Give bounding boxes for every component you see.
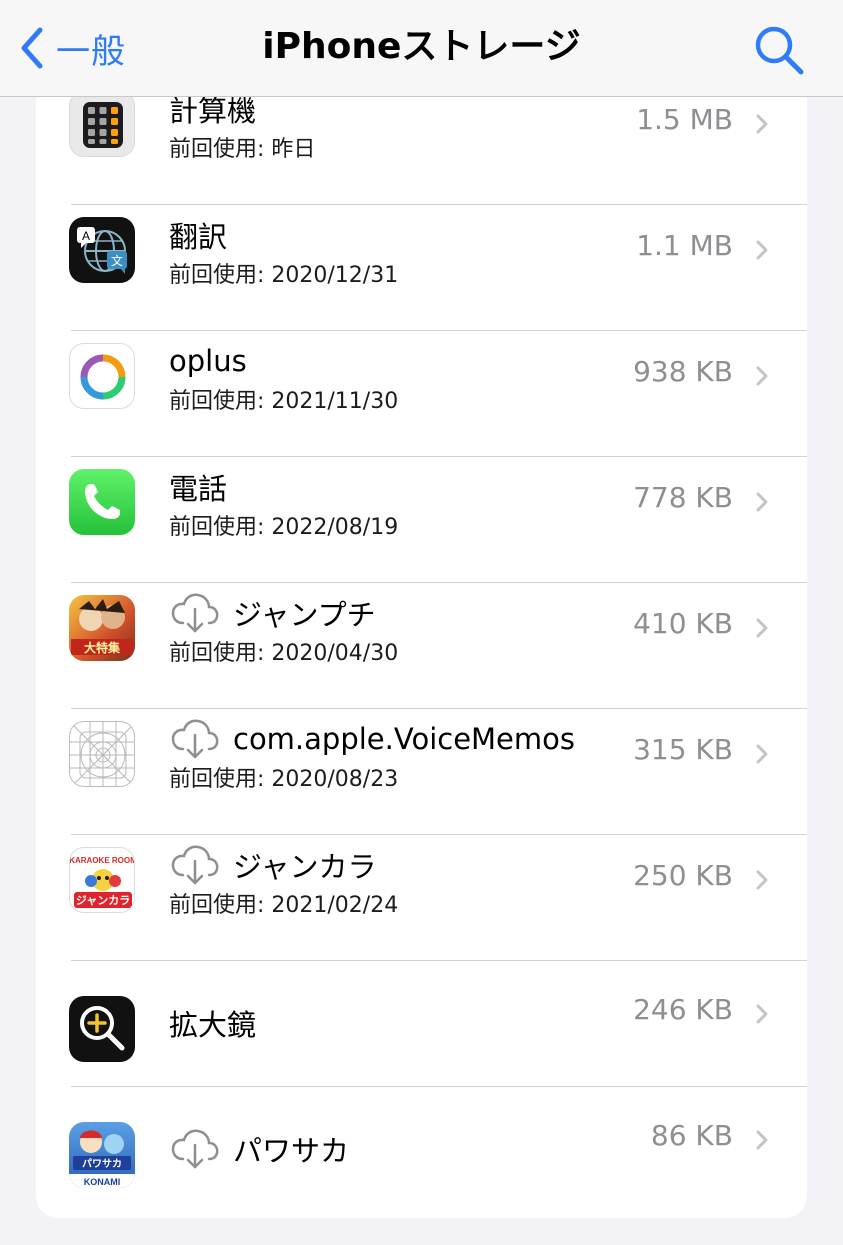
placeholder-app-icon [69,721,135,787]
app-name-line: ジャンカラ [169,843,377,887]
app-size: 315 KB [633,733,733,766]
app-size: 246 KB [633,993,733,1026]
chevron-right-icon [756,114,768,134]
list-item[interactable]: KARAOKE ROOM ジャンカラ ジャンカラ 前回使用: 2021/02/2… [36,835,807,961]
app-name-line: 電話 [169,465,227,509]
list-item[interactable]: 大特集 ジャンプチ 前回使用: 2020/04/30 410 KB [36,583,807,709]
list-item[interactable]: com.apple.VoiceMemos 前回使用: 2020/08/23 31… [36,709,807,835]
app-size: 1.5 MB [636,103,733,136]
app-size: 778 KB [633,481,733,514]
translate-icon: A 文 [69,217,135,283]
app-storage-list: 計算機 前回使用: 昨日 1.5 MB A 文 翻訳 前回使用: 2020/12… [36,97,807,1218]
last-used-date: 前回使用: 2020/08/23 [169,767,399,792]
cloud-download-icon [169,717,221,761]
search-icon [755,26,804,75]
list-item[interactable]: 計算機 前回使用: 昨日 1.5 MB [36,97,807,205]
jumputi-icon: 大特集 [69,595,135,661]
chevron-right-icon [756,870,768,890]
pawasaka-logo-text: パワサカ [82,1158,122,1170]
app-size: 1.1 MB [636,229,733,262]
app-name: ジャンプチ [233,598,376,632]
cloud-download-icon [169,843,221,887]
pawasaka-icon: パワサカ KONAMI [69,1122,135,1188]
app-name: ジャンカラ [233,850,377,884]
cloud-download-icon [169,1127,221,1171]
translate-b-glyph: 文 [111,253,123,268]
navigation-bar: 一般 iPhoneストレージ [0,0,843,97]
app-name: 計算機 [169,97,257,128]
app-name: 拡大鏡 [169,1008,257,1042]
chevron-right-icon [756,366,768,386]
app-name-line: com.apple.VoiceMemos [169,717,575,761]
app-size: 86 KB [650,1119,733,1152]
chevron-right-icon [756,744,768,764]
cloud-download-icon [169,591,221,635]
app-name-line: 計算機 [169,97,256,131]
app-name: パワサカ [233,1134,350,1168]
chevron-right-icon [756,1130,768,1150]
magnifier-icon [69,996,135,1062]
app-size: 938 KB [633,355,733,388]
chevron-right-icon [756,240,768,260]
app-name: 翻訳 [169,220,228,254]
app-name-line: oplus [169,339,247,383]
last-used-date: 前回使用: 2021/11/30 [169,389,399,414]
chevron-right-icon [756,1004,768,1024]
konami-brand-text: KONAMI [84,1177,121,1187]
list-item[interactable]: パワサカ KONAMI パワサカ 86 KB [36,1087,807,1213]
list-item[interactable]: 拡大鏡 246 KB [36,961,807,1087]
chevron-right-icon [756,492,768,512]
jankara-top-text: KARAOKE ROOM [70,856,135,865]
app-name: oplus [169,344,247,378]
app-name-line: 翻訳 [169,213,227,257]
app-size: 410 KB [633,607,733,640]
list-item[interactable]: oplus 前回使用: 2021/11/30 938 KB [36,331,807,457]
app-name-line: 拡大鏡 [169,1001,256,1045]
calculator-icon [69,97,135,157]
jumputi-logo-text: 大特集 [84,640,121,655]
page-title: iPhoneストレージ [262,26,581,67]
chevron-right-icon [756,618,768,638]
app-size: 250 KB [633,859,733,892]
list-item[interactable]: A 文 翻訳 前回使用: 2020/12/31 1.1 MB [36,205,807,331]
last-used-date: 前回使用: 2020/04/30 [169,641,399,666]
last-used-date: 前回使用: 2020/12/31 [169,263,399,288]
translate-a-glyph: A [82,229,90,243]
jankara-logo-text: ジャンカラ [76,894,130,907]
list-item[interactable]: 電話 前回使用: 2022/08/19 778 KB [36,457,807,583]
search-button[interactable] [753,24,805,76]
last-used-date: 前回使用: 2021/02/24 [169,893,399,918]
last-used-date: 前回使用: 2022/08/19 [169,515,399,540]
app-name-line: ジャンプチ [169,591,376,635]
jankara-icon: KARAOKE ROOM ジャンカラ [69,847,135,913]
app-name-line: パワサカ [169,1127,349,1171]
app-name: com.apple.VoiceMemos [233,722,575,756]
oplus-icon [69,343,135,409]
last-used-date: 前回使用: 昨日 [169,137,316,162]
app-name: 電話 [169,472,228,506]
phone-icon [69,469,135,535]
